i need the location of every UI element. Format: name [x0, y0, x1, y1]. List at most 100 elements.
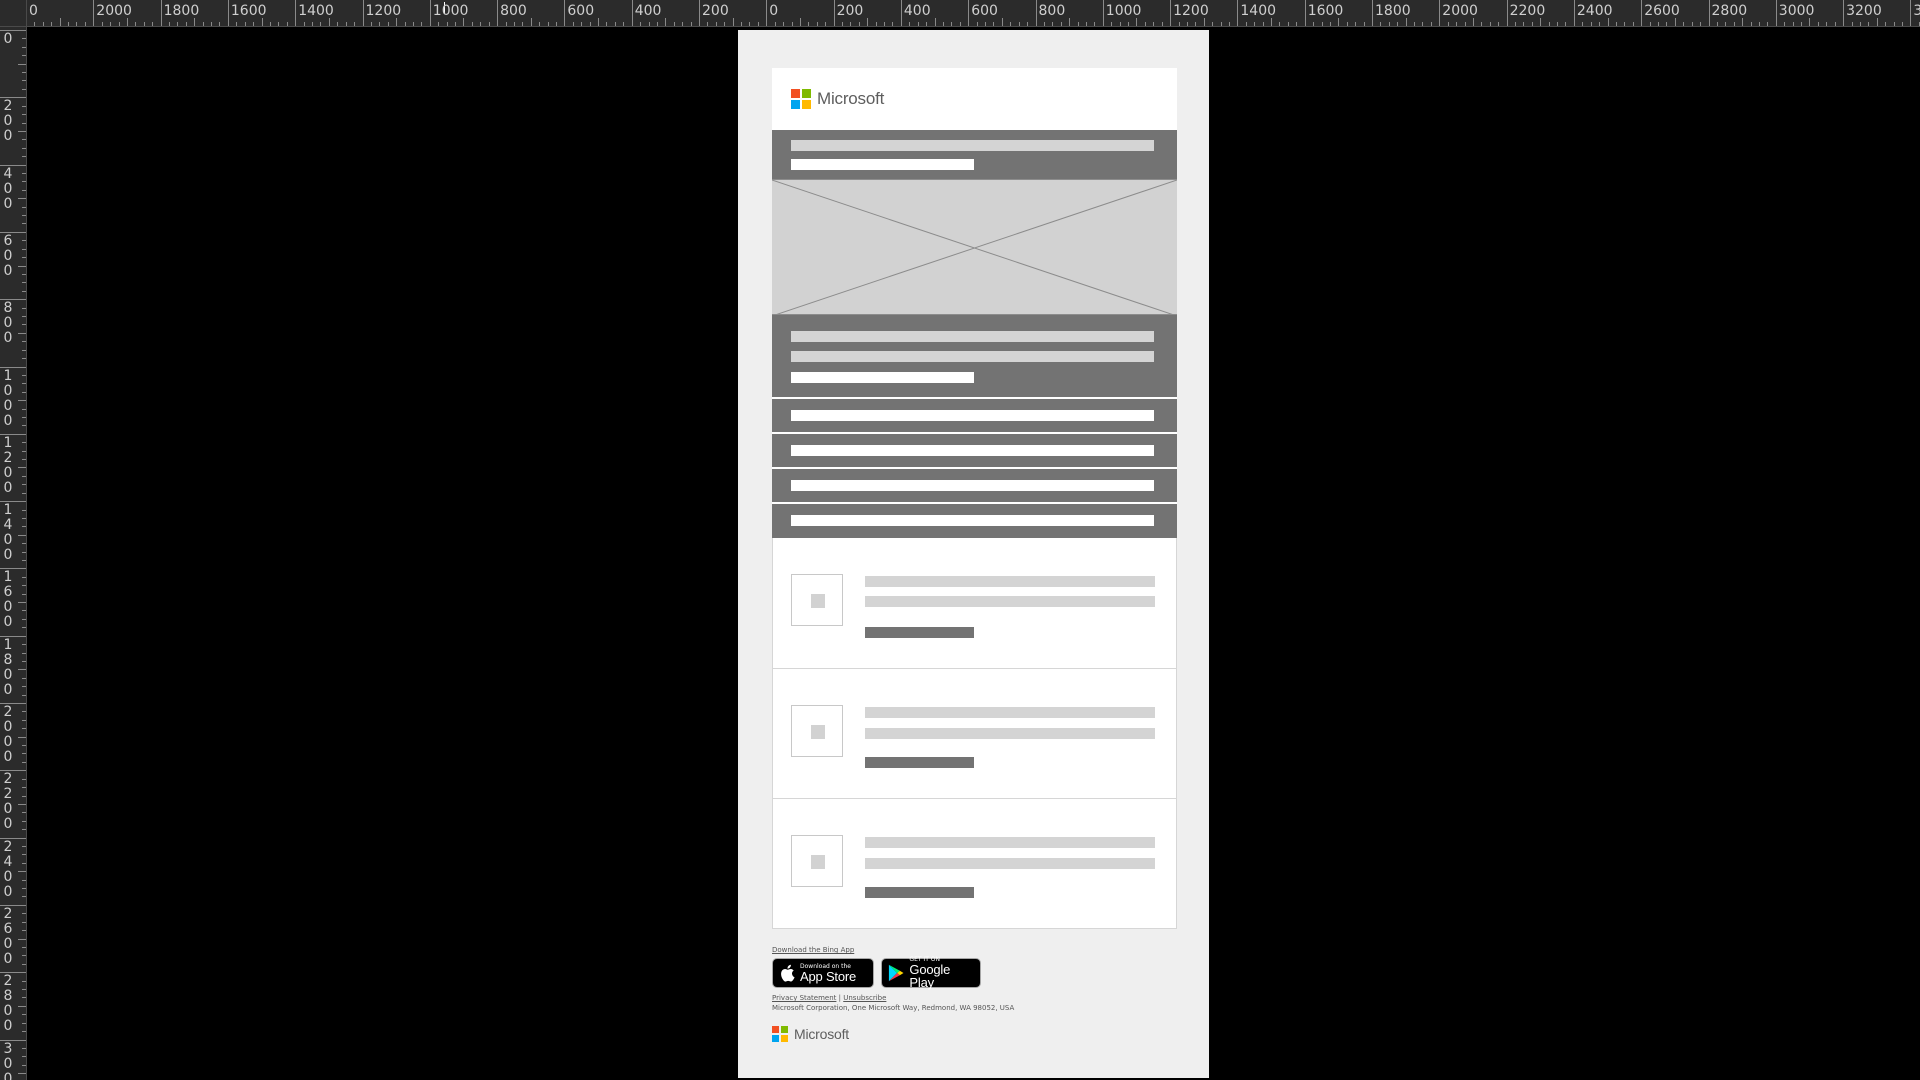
ruler-minor-tick — [1624, 22, 1626, 26]
ruler-minor-tick — [22, 778, 26, 780]
ruler-minor-tick — [22, 989, 26, 991]
ruler-minor-tick — [22, 408, 26, 410]
ruler-minor-tick — [1885, 22, 1887, 26]
ruler-minor-tick — [1060, 22, 1062, 26]
ruler-minor-tick — [1153, 22, 1155, 26]
placeholder-card-line — [865, 576, 1155, 587]
ruler-minor-tick — [1321, 22, 1323, 26]
company-address: Microsoft Corporation, One Microsoft Way… — [772, 1004, 1015, 1012]
design-canvas[interactable]: 0 2000 1800 1600 1400 1200 1000 800 600 400 200 0 20… — [0, 0, 1920, 1080]
download-bing-app-link[interactable]: Download the Bing App — [772, 946, 1177, 954]
ruler-minor-tick — [76, 22, 78, 26]
ruler-minor-tick — [1144, 22, 1146, 26]
ruler-minor-tick — [22, 416, 26, 418]
ruler-label: 800 — [500, 3, 527, 19]
ruler-minor-tick — [522, 22, 524, 26]
ruler-minor-tick — [774, 22, 776, 26]
ruler-minor-tick — [799, 18, 801, 26]
placeholder-card-cta[interactable] — [865, 757, 974, 768]
privacy-statement-link[interactable]: Privacy Statement — [772, 994, 836, 1002]
ruler-minor-tick — [135, 22, 137, 26]
email-footer: Download the Bing App Download on the Ap… — [772, 946, 1177, 1042]
ruler-minor-tick — [1531, 22, 1533, 26]
placeholder-card-line — [865, 728, 1155, 739]
ruler-minor-tick — [22, 787, 26, 789]
ruler-minor-tick — [1792, 22, 1794, 26]
ruler-label: 2 0 0 0 — [3, 704, 13, 765]
ruler-minor-tick — [18, 63, 26, 65]
ruler-minor-tick — [244, 22, 246, 26]
app-store-button[interactable]: Download on the App Store — [772, 958, 874, 988]
ruler-minor-tick — [463, 18, 465, 26]
ruler-minor-tick — [1195, 22, 1197, 26]
ruler-label: 0 — [3, 31, 13, 47]
ruler-minor-tick — [22, 316, 26, 318]
link-row[interactable] — [772, 397, 1177, 432]
ruler-minor-tick — [1498, 22, 1500, 26]
ruler-label: 1 0 0 0 — [3, 367, 13, 429]
ruler-minor-tick — [22, 290, 26, 292]
ruler-minor-tick — [18, 669, 26, 671]
microsoft-squares-icon — [772, 1026, 788, 1042]
ruler-minor-tick — [22, 257, 26, 259]
ruler-minor-tick — [707, 22, 709, 26]
ruler-minor-tick — [1313, 22, 1315, 26]
ruler-minor-tick — [22, 753, 26, 755]
ruler-minor-tick — [1228, 22, 1230, 26]
ruler-label: 8 0 0 — [3, 300, 13, 347]
ruler-minor-tick — [1851, 22, 1853, 26]
link-row[interactable] — [772, 502, 1177, 538]
email-artboard[interactable]: Microsoft Download the Bing App Download… — [738, 30, 1209, 1078]
ruler-label: 800 — [1038, 3, 1066, 19]
ruler-minor-tick — [51, 22, 53, 26]
image-placeholder-icon — [811, 725, 825, 739]
ruler-label: 2 4 0 0 — [3, 838, 13, 900]
content-card[interactable] — [772, 538, 1177, 669]
ruler-minor-tick — [22, 526, 26, 528]
ruler-minor-tick — [211, 22, 213, 26]
unsubscribe-link[interactable]: Unsubscribe — [843, 994, 886, 1002]
ruler-label: 200 — [702, 3, 729, 19]
ruler-minor-tick — [682, 22, 684, 26]
link-row[interactable] — [772, 467, 1177, 502]
ruler-origin-corner[interactable] — [0, 0, 27, 27]
ruler-minor-tick — [951, 22, 953, 26]
ruler-minor-tick — [22, 273, 26, 275]
link-row[interactable] — [772, 432, 1177, 467]
vertical-ruler[interactable]: 0 2 0 0 4 0 0 6 0 0 8 0 0 1 0 0 0 1 2 0 0 1 4 0… — [0, 26, 27, 1080]
ruler-label: 2800 — [1711, 3, 1748, 19]
placeholder-link-line — [791, 445, 1154, 456]
placeholder-card-line — [865, 707, 1155, 718]
ruler-minor-tick — [614, 22, 616, 26]
ruler-minor-tick — [22, 374, 26, 376]
ruler-minor-tick — [884, 22, 886, 26]
ruler-minor-tick — [1430, 22, 1432, 26]
ruler-label: 1800 — [163, 3, 200, 19]
ruler-minor-tick — [18, 265, 26, 267]
content-card[interactable] — [772, 799, 1177, 929]
ruler-label: 0 — [29, 3, 38, 19]
ruler-minor-tick — [22, 1022, 26, 1024]
ruler-minor-tick — [18, 400, 26, 402]
ruler-minor-tick — [22, 854, 26, 856]
ruler-minor-tick — [741, 22, 743, 26]
placeholder-card-cta[interactable] — [865, 887, 974, 898]
horizontal-ruler[interactable]: 0 2000 1800 1600 1400 1200 1000 800 600 400 200 0 20… — [0, 0, 1920, 27]
ruler-minor-tick — [22, 223, 26, 225]
google-play-button[interactable]: GET IT ON Google Play — [881, 957, 981, 989]
ruler-label: 1600 — [230, 3, 267, 19]
ruler-minor-tick — [22, 80, 26, 82]
ruler-major-tick — [900, 0, 902, 26]
ruler-minor-tick — [1271, 18, 1273, 26]
ruler-minor-tick — [22, 745, 26, 747]
ruler-minor-tick — [152, 22, 154, 26]
content-card[interactable] — [772, 669, 1177, 799]
ruler-minor-tick — [22, 509, 26, 511]
ruler-minor-tick — [22, 425, 26, 427]
ruler-minor-tick — [547, 22, 549, 26]
ruler-minor-tick — [959, 22, 961, 26]
ruler-minor-tick — [22, 349, 26, 351]
ruler-minor-tick — [118, 22, 120, 26]
ruler-minor-tick — [1355, 22, 1357, 26]
placeholder-card-cta[interactable] — [865, 627, 974, 638]
